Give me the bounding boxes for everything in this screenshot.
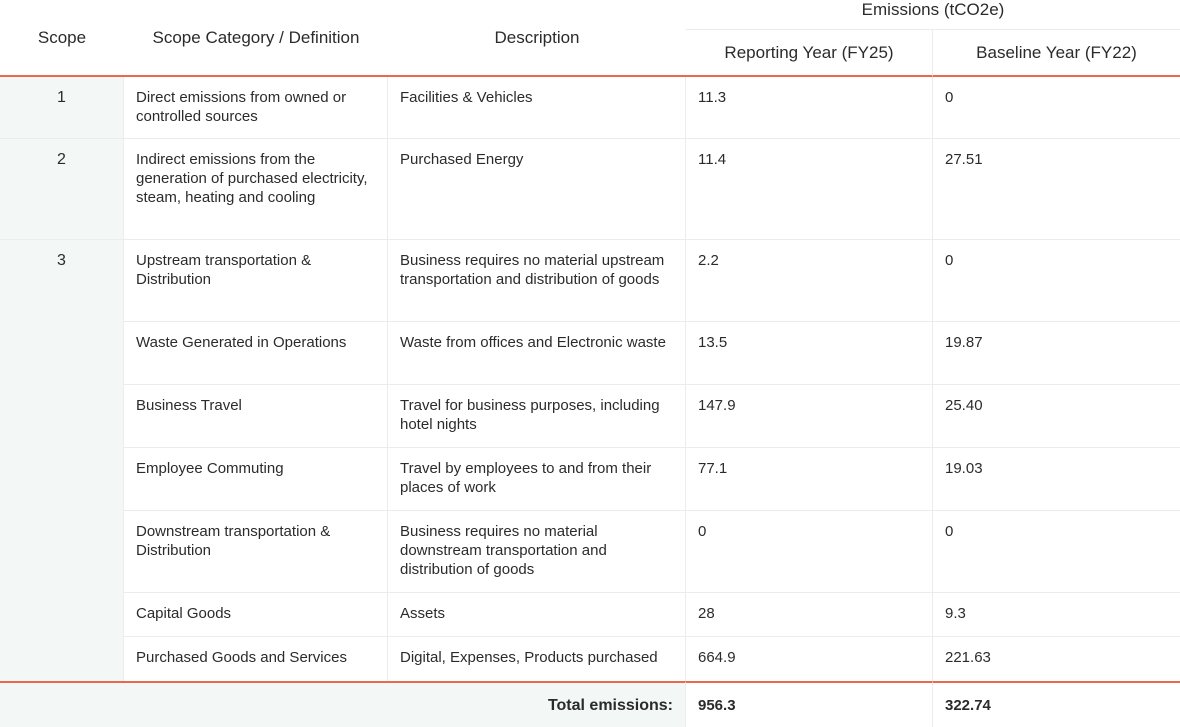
row-baseline: 27.51 xyxy=(933,139,1180,240)
row-baseline: 0 xyxy=(933,240,1180,322)
row-description: Business requires no material upstream t… xyxy=(388,240,686,322)
header-emissions-group: Emissions (tCO2e) xyxy=(686,0,1180,30)
header-category: Scope Category / Definition xyxy=(124,0,388,77)
row-category: Waste Generated in Operations xyxy=(124,322,388,385)
row-description: Business requires no material downstream… xyxy=(388,511,686,593)
row-description: Facilities & Vehicles xyxy=(388,77,686,139)
header-baseline-year: Baseline Year (FY22) xyxy=(933,30,1180,77)
row-baseline: 0 xyxy=(933,511,1180,593)
header-description: Description xyxy=(388,0,686,77)
row-description: Purchased Energy xyxy=(388,139,686,240)
row-description: Digital, Expenses, Products purchased xyxy=(388,637,686,681)
row-baseline: 19.03 xyxy=(933,448,1180,511)
row-category: Employee Commuting xyxy=(124,448,388,511)
row-reporting: 13.5 xyxy=(686,322,933,385)
row-baseline: 0 xyxy=(933,77,1180,139)
row-baseline: 9.3 xyxy=(933,593,1180,637)
scope-3: 3 xyxy=(0,240,124,681)
row-description: Assets xyxy=(388,593,686,637)
total-baseline: 322.74 xyxy=(933,681,1180,727)
row-description: Travel by employees to and from their pl… xyxy=(388,448,686,511)
header-reporting-year: Reporting Year (FY25) xyxy=(686,30,933,77)
row-category: Upstream transportation & Distribution xyxy=(124,240,388,322)
total-label: Total emissions: xyxy=(0,681,686,727)
row-baseline: 221.63 xyxy=(945,649,991,666)
emissions-table: Scope Scope Category / Definition Descri… xyxy=(0,0,1180,727)
row-reporting: 2.2 xyxy=(686,240,933,322)
row-baseline: 25.40 xyxy=(933,385,1180,448)
row-category: Direct emissions from owned or controlle… xyxy=(124,77,388,139)
row-reporting: 11.4 xyxy=(686,139,933,240)
row-reporting: 0 xyxy=(686,511,933,593)
row-category: Purchased Goods and Services xyxy=(124,637,388,681)
row-description: Waste from offices and Electronic waste xyxy=(388,322,686,385)
scope-1: 1 xyxy=(0,77,124,139)
row-category: Business Travel xyxy=(124,385,388,448)
row-reporting: 11.3 xyxy=(686,77,933,139)
scope-2: 2 xyxy=(0,139,124,240)
row-category: Indirect emissions from the generation o… xyxy=(124,139,388,240)
row-category: Capital Goods xyxy=(124,593,388,637)
row-reporting: 147.9 xyxy=(686,385,933,448)
row-reporting: 77.1 xyxy=(686,448,933,511)
header-scope: Scope xyxy=(0,0,124,77)
row-category: Downstream transportation & Distribution xyxy=(124,511,388,593)
row-reporting: 664.9 xyxy=(686,637,933,681)
total-reporting: 956.3 xyxy=(686,681,933,727)
row-baseline: 19.87 xyxy=(933,322,1180,385)
row-description: Travel for business purposes, including … xyxy=(388,385,686,448)
row-reporting: 28 xyxy=(686,593,933,637)
